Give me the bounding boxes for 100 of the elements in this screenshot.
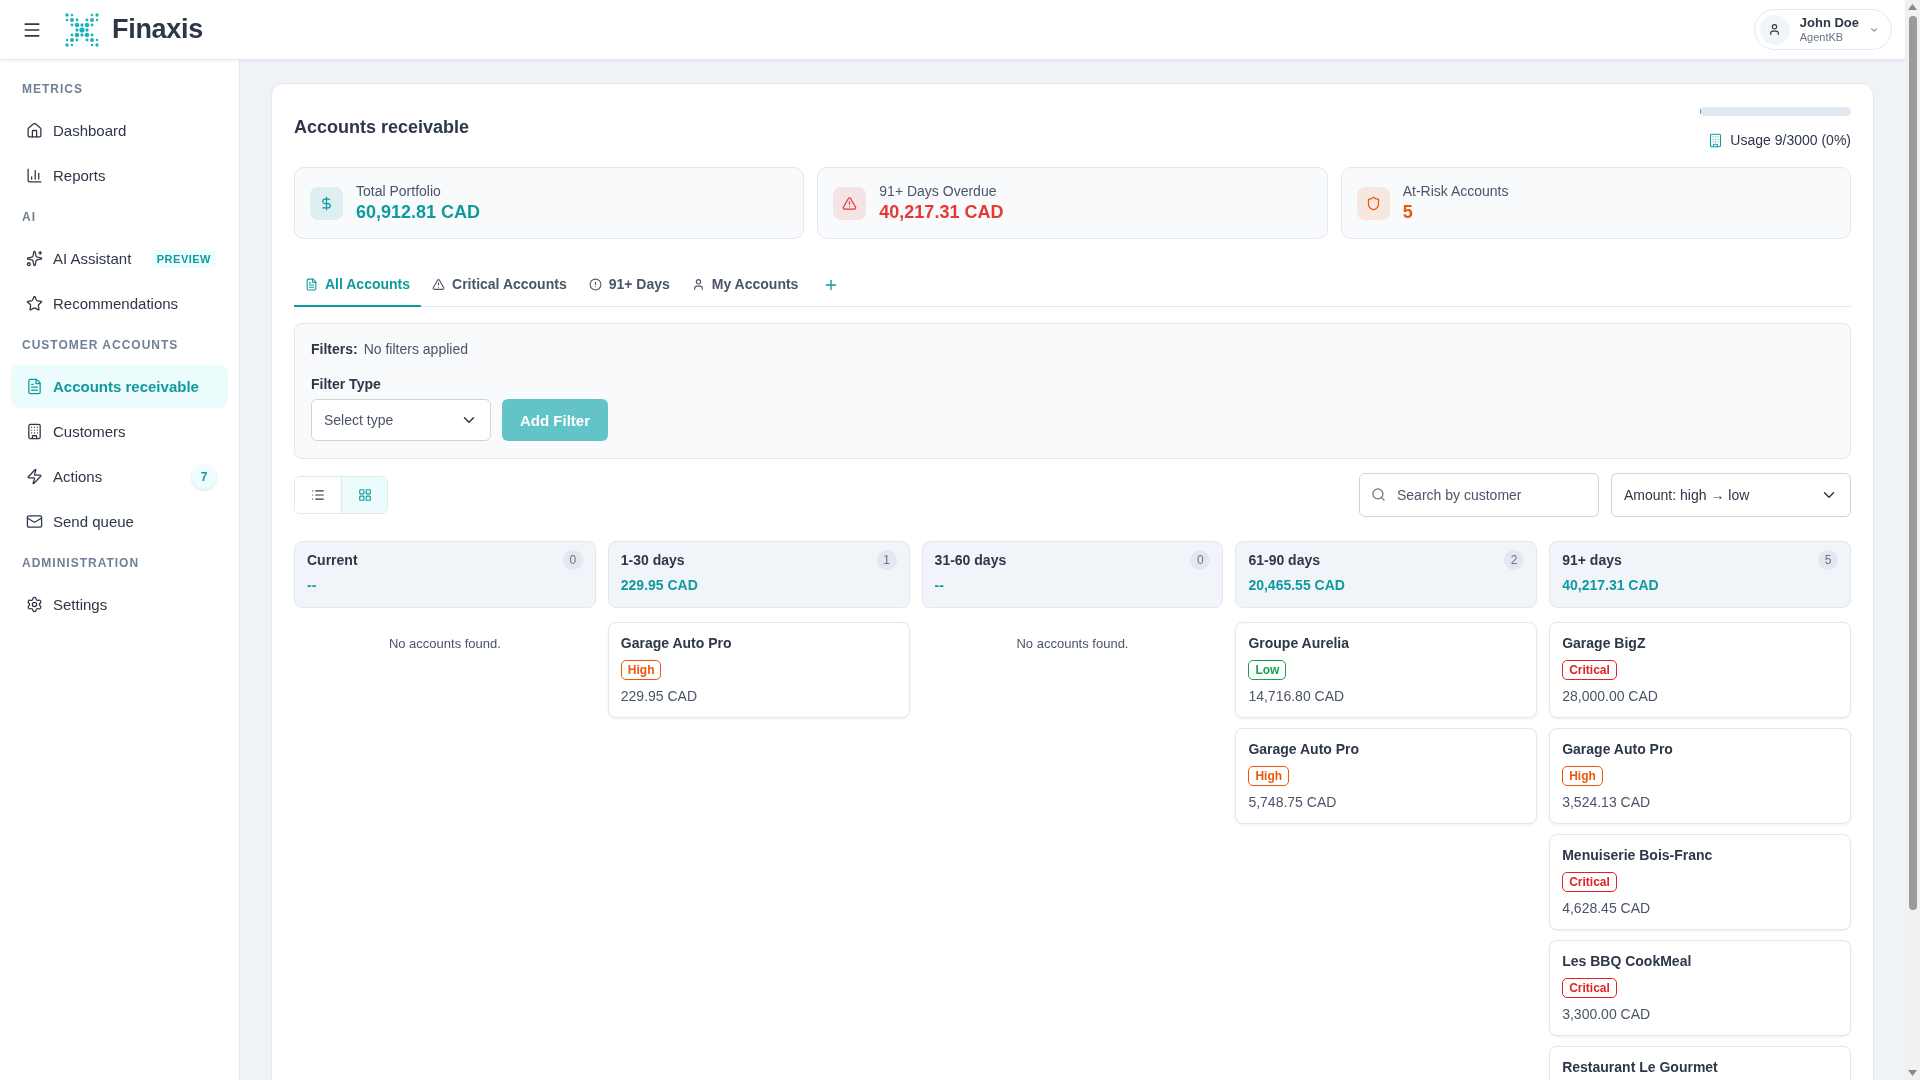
document-icon: [26, 378, 43, 395]
shield-icon: [1356, 186, 1390, 220]
column-count: 0: [562, 550, 583, 570]
account-amount: 3,300.00 CAD: [1562, 1006, 1651, 1023]
column-title: 31-60 days: [934, 552, 1007, 568]
grid-view-button[interactable]: [341, 477, 387, 513]
empty-message: No accounts found.: [387, 635, 502, 651]
scroll-down-icon[interactable]: [1908, 1070, 1917, 1076]
account-card[interactable]: Garage Auto Pro High 3,524.13 CAD: [1549, 728, 1851, 824]
account-card[interactable]: Groupe Aurelia Low 14,716.80 CAD: [1235, 622, 1538, 718]
sparkles-icon: [26, 250, 43, 267]
section-label: CUSTOMER ACCOUNTS: [21, 337, 180, 354]
lightning-icon: [26, 468, 43, 485]
column-title: 1-30 days: [620, 552, 685, 568]
sort-select[interactable]: Amount: high → low: [1611, 473, 1851, 517]
user-name: John Doe: [1799, 14, 1859, 31]
user-menu-button[interactable]: John Doe AgentKB: [1753, 9, 1892, 50]
account-name: Garage BigZ: [1562, 635, 1646, 652]
settings-icon: [26, 596, 43, 613]
section-label: AI: [21, 209, 37, 226]
sidebar-item[interactable]: Customers: [11, 410, 228, 453]
stat-value: 5: [1402, 202, 1414, 223]
search-icon: [1371, 487, 1386, 502]
user-role: AgentKB: [1799, 30, 1844, 45]
feature-tag: PREVIEW: [151, 249, 216, 268]
account-amount: 229.95 CAD: [620, 688, 698, 705]
item-count: 7: [192, 464, 216, 489]
priority-tag: High: [620, 660, 662, 680]
priority-tag: High: [1248, 766, 1290, 786]
filter-label: Filters:: [311, 341, 358, 357]
sidebar-item[interactable]: Actions 7: [11, 455, 228, 498]
column-count: 2: [1504, 550, 1525, 570]
column-count: 1: [876, 550, 897, 570]
filter-status: No filters applied: [363, 341, 468, 357]
brand-name: Finaxis: [112, 14, 203, 45]
stat-label: Total Portfolio: [356, 183, 442, 199]
warning-icon: [833, 186, 867, 220]
account-name: Menuiserie Bois-Franc: [1562, 847, 1713, 864]
column-total: 20,465.55 CAD: [1248, 577, 1345, 593]
sidebar-item[interactable]: Recommendations: [11, 282, 228, 325]
sidebar-item[interactable]: Reports: [11, 154, 228, 197]
account-amount: 5,748.75 CAD: [1248, 794, 1337, 811]
account-name: Groupe Aurelia: [1248, 635, 1349, 652]
column-total: --: [307, 577, 317, 593]
account-amount: 3,524.13 CAD: [1562, 794, 1651, 811]
stat-value: 40,217.31 CAD: [879, 202, 1004, 223]
scrollbar[interactable]: [1905, 0, 1920, 1080]
list-icon: [311, 488, 325, 502]
tab[interactable]: My Accounts: [680, 263, 810, 307]
account-card[interactable]: Garage BigZ Critical 28,000.00 CAD: [1549, 622, 1851, 718]
tab[interactable]: 91+ Days: [577, 263, 681, 307]
type-select[interactable]: Select type: [311, 399, 491, 441]
filter-type-label: Filter Type: [311, 376, 381, 392]
priority-tag: Critical: [1562, 660, 1617, 680]
account-amount: 28,000.00 CAD: [1562, 688, 1658, 705]
account-name: Garage Auto Pro: [1248, 741, 1360, 758]
column-total: --: [934, 577, 944, 593]
account-amount: 14,716.80 CAD: [1248, 688, 1345, 705]
search-field[interactable]: Search by customer: [1359, 473, 1599, 517]
building-icon: [26, 423, 43, 440]
column-total: 40,217.31 CAD: [1562, 577, 1659, 593]
logo-icon: [64, 11, 100, 48]
account-card[interactable]: Restaurant Le Gourmet: [1549, 1046, 1851, 1080]
column-total: 229.95 CAD: [620, 577, 698, 593]
column-title: 91+ days: [1562, 552, 1622, 568]
account-name: Les BBQ CookMeal: [1562, 953, 1692, 970]
stat-label: 91+ Days Overdue: [879, 183, 998, 199]
section-label: ADMINISTRATION: [21, 555, 141, 572]
account-card[interactable]: Menuiserie Bois-Franc Critical 4,628.45 CAD: [1549, 834, 1851, 930]
envelope-icon: [26, 513, 43, 530]
building-icon: [1708, 132, 1724, 148]
account-card[interactable]: Garage Auto Pro High 229.95 CAD: [607, 622, 910, 718]
bar-chart-icon: [26, 167, 43, 184]
document-icon: [305, 277, 318, 291]
account-card[interactable]: Les BBQ CookMeal Critical 3,300.00 CAD: [1549, 940, 1851, 1036]
dollar-icon: [310, 186, 343, 220]
column-count: 5: [1818, 550, 1838, 570]
sidebar-item[interactable]: Send queue: [11, 500, 228, 543]
account-amount: 4,628.45 CAD: [1562, 900, 1651, 917]
page-title: Accounts receivable: [294, 117, 470, 138]
priority-tag: Low: [1248, 660, 1287, 680]
column-title: 61-90 days: [1248, 552, 1320, 568]
scrollbar-thumb[interactable]: [1908, 16, 1917, 910]
usage-text: Usage 9/3000 (0%): [1730, 132, 1851, 148]
tab[interactable]: Critical Accounts: [421, 263, 578, 307]
column-title: Current: [307, 552, 358, 568]
house-icon: [26, 122, 43, 139]
priority-tag: High: [1562, 766, 1603, 786]
scroll-up-icon[interactable]: [1908, 4, 1917, 10]
alert-circle-icon: [588, 277, 602, 291]
priority-tag: Critical: [1562, 872, 1617, 892]
sidebar-item[interactable]: Settings: [11, 583, 228, 626]
account-name: Restaurant Le Gourmet: [1562, 1059, 1718, 1076]
sidebar-item[interactable]: AI Assistant PREVIEW: [11, 237, 228, 280]
warning-icon: [432, 277, 446, 291]
column-count: 0: [1190, 550, 1211, 570]
sidebar-item[interactable]: Dashboard: [11, 109, 228, 152]
account-name: Garage Auto Pro: [620, 635, 732, 652]
account-name: Garage Auto Pro: [1562, 741, 1673, 758]
account-card[interactable]: Garage Auto Pro High 5,748.75 CAD: [1235, 728, 1538, 824]
